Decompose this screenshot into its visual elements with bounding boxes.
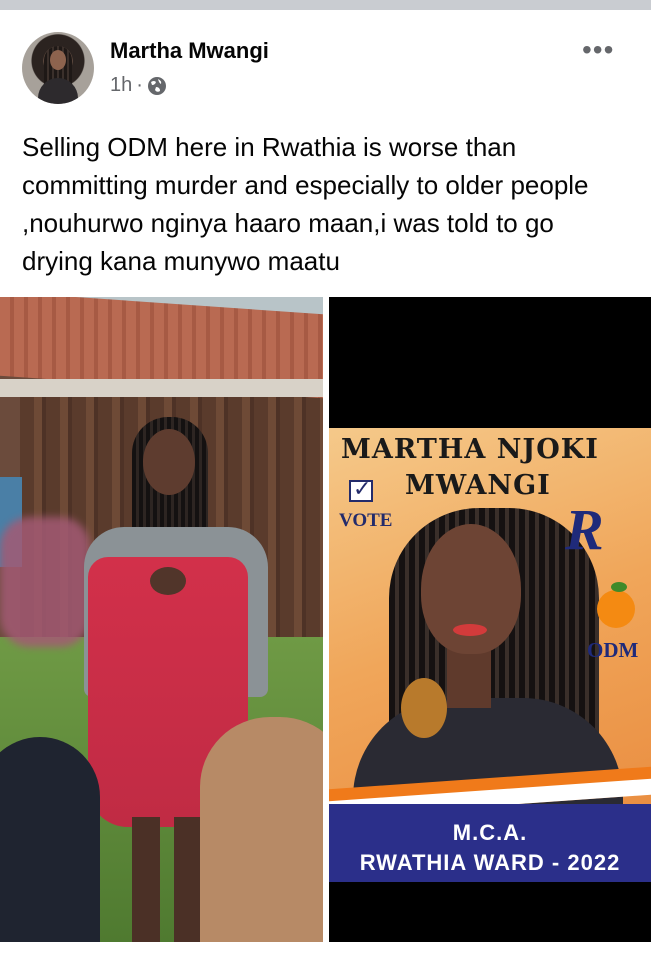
globe-icon[interactable]: [147, 76, 167, 96]
author-avatar[interactable]: [22, 32, 94, 104]
vote-checkbox-icon: ✓: [349, 476, 373, 502]
photo-blurred-children: [0, 517, 90, 647]
author-name[interactable]: Martha Mwangi: [110, 38, 269, 64]
vote-label: VOTE: [339, 510, 393, 531]
top-divider: [0, 0, 651, 10]
poster-candidate-neck: [447, 648, 491, 708]
poster-office: M.C.A.: [452, 820, 528, 845]
party-r-logo: R: [565, 497, 604, 562]
post-header: Martha Mwangi 1h · •••: [0, 10, 651, 120]
photo-fascia: [0, 379, 323, 397]
poster-name-line2: MWANGI: [405, 470, 551, 501]
meta-separator: ·: [136, 74, 143, 96]
bottom-spacer: [0, 942, 651, 960]
photo-foreground-person-right: [200, 717, 323, 942]
poster-candidate-earring: [401, 678, 447, 738]
vote-check-mark: ✓: [353, 476, 372, 501]
campaign-poster[interactable]: MARTHA NJOKI MWANGI ✓ VOTE R ODM M.C.A. …: [329, 428, 651, 882]
orange-fruit-icon: [597, 590, 635, 628]
photo-woman-standing[interactable]: [0, 297, 323, 942]
party-label: ODM: [587, 638, 639, 662]
photo-foreground-person-left: [0, 737, 100, 942]
woman-face: [143, 429, 195, 495]
post-meta: 1h ·: [110, 74, 167, 97]
avatar-face: [50, 50, 66, 70]
woman-legs: [132, 817, 202, 942]
poster-candidate-lips: [453, 624, 487, 636]
more-options-icon[interactable]: •••: [582, 36, 614, 64]
post-time[interactable]: 1h: [110, 74, 132, 97]
avatar-body: [38, 78, 78, 104]
poster-ward: RWATHIA WARD - 2022: [359, 850, 621, 875]
poster-name-line1: MARTHA NJOKI: [341, 434, 599, 465]
woman-hands: [150, 567, 186, 595]
orange-leaf-icon: [611, 582, 627, 592]
post-caption: Selling ODM here in Rwathia is worse tha…: [22, 132, 589, 276]
